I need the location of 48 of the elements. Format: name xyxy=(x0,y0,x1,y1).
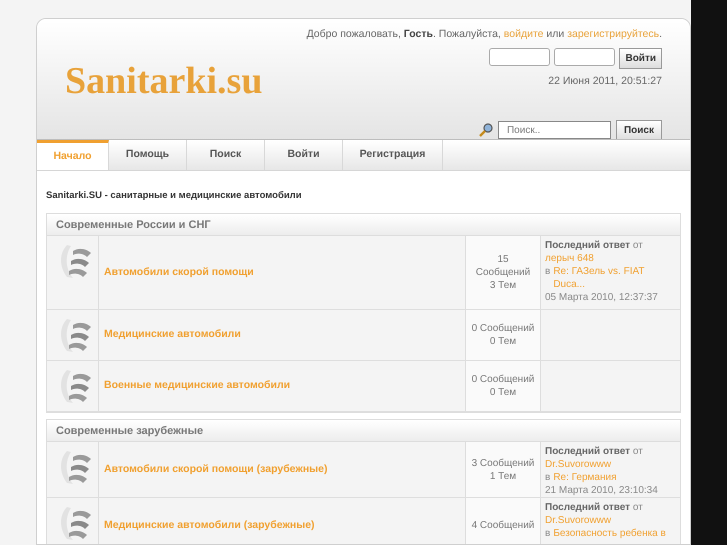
in-label: в xyxy=(545,471,550,484)
board-stats-text: 3 Сообщений xyxy=(472,456,534,470)
last-post-label: Последний ответ от xyxy=(545,445,644,458)
nav-tab[interactable]: Начало xyxy=(37,140,109,170)
date-time-text: 22 Июня 2011, 20:51:27 xyxy=(548,74,662,89)
board-stats-text: 3 Тем xyxy=(490,279,516,292)
greeting-text: Добро пожаловать, Гость. Пожалуйста, войдите или зарегистрируйтесь. xyxy=(306,27,662,42)
in-label: в xyxy=(545,527,550,540)
board-stats-text: 15 xyxy=(497,253,509,266)
board-stats-text: 0 Тем xyxy=(490,335,516,348)
category-title: Современные России и СНГ xyxy=(56,218,211,232)
username-field[interactable] xyxy=(489,48,550,66)
board-stats-text: 0 Сообщений xyxy=(472,322,534,336)
board-stats-text: 0 Тем xyxy=(490,386,516,400)
login-button[interactable]: Войти xyxy=(619,48,662,69)
search-icon[interactable] xyxy=(478,123,493,137)
topic-link[interactable]: Безопасность ребенка в xyxy=(553,527,666,540)
post-date-text: 05 Марта 2010, 12:37:37 xyxy=(545,291,659,304)
last-post-label: Последний ответ от xyxy=(545,501,644,514)
nav-tab[interactable]: Регистрация xyxy=(343,140,443,170)
nav-tab[interactable]: Помощь xyxy=(109,140,187,170)
last-post-label: Последний ответ от xyxy=(545,239,644,252)
board-link[interactable]: Автомобили скорой помощи (зарубежные) xyxy=(104,462,328,478)
login-link[interactable]: войдите xyxy=(504,28,544,40)
topic-link[interactable]: Re: ГАЗель vs. FIAT Duca... xyxy=(553,265,676,292)
author-link[interactable]: лерыч 648 xyxy=(545,252,594,266)
breadcrumb-text: Sanitarki.SU - санитарные и медицинские автомобили xyxy=(46,189,303,203)
nav-tab[interactable]: Войти xyxy=(265,140,343,170)
board-link[interactable]: Военные медицинские автомобили xyxy=(104,378,290,394)
nav-tab[interactable]: Поиск xyxy=(187,140,265,170)
board-stats-text: 1 Тем xyxy=(490,470,516,483)
board-link[interactable]: Медицинские автомобили (зарубежные) xyxy=(104,518,315,534)
board-link[interactable]: Медицинские автомобили xyxy=(104,327,241,344)
board-link[interactable]: Автомобили скорой помощи xyxy=(104,264,254,281)
search-button[interactable]: Поиск xyxy=(616,120,662,140)
author-link[interactable]: Dr.Suvorowww xyxy=(545,514,612,528)
board-stats-text: Сообщений xyxy=(476,266,530,280)
search-field[interactable]: Поиск.. xyxy=(498,121,611,139)
board-stats-text: 0 Сообщений xyxy=(472,373,534,386)
login-link[interactable]: зарегистрируйтесь xyxy=(567,28,660,40)
author-link[interactable]: Dr.Suvorowww xyxy=(545,458,612,472)
password-field[interactable] xyxy=(554,48,616,66)
in-label: в xyxy=(545,265,550,280)
post-date-text: 21 Марта 2010, 23:10:34 xyxy=(545,484,659,498)
site-logo: Sanitarki.su xyxy=(65,59,262,104)
board-stats-text: 4 Сообщений xyxy=(472,519,534,532)
topic-link[interactable]: Re: Германия xyxy=(553,471,616,484)
category-title: Современные зарубежные xyxy=(56,424,204,438)
